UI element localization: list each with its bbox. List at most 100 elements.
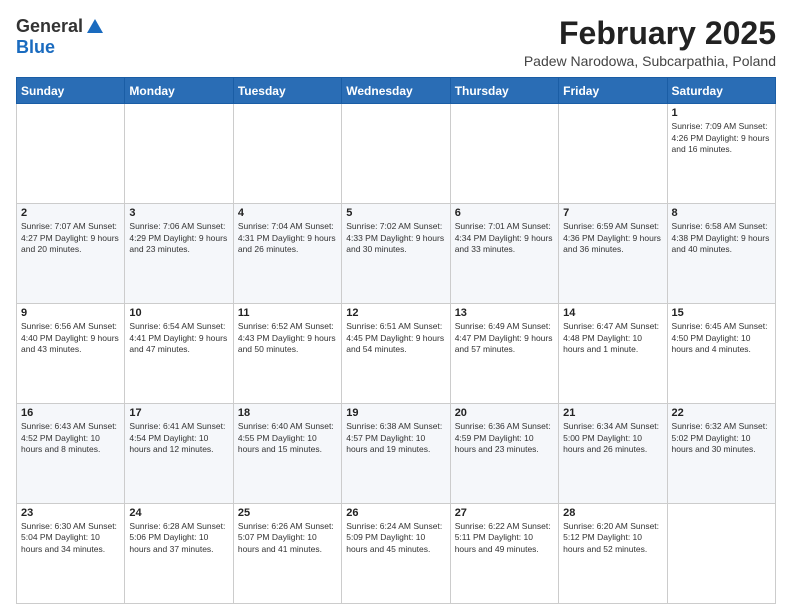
day-info: Sunrise: 6:40 AM Sunset: 4:55 PM Dayligh… xyxy=(238,421,337,455)
table-row: 5Sunrise: 7:02 AM Sunset: 4:33 PM Daylig… xyxy=(342,204,450,304)
day-info: Sunrise: 6:58 AM Sunset: 4:38 PM Dayligh… xyxy=(672,221,771,255)
day-info: Sunrise: 6:51 AM Sunset: 4:45 PM Dayligh… xyxy=(346,321,445,355)
calendar-header-row: Sunday Monday Tuesday Wednesday Thursday… xyxy=(17,78,776,104)
day-number: 17 xyxy=(129,407,228,419)
calendar-table: Sunday Monday Tuesday Wednesday Thursday… xyxy=(16,77,776,604)
day-info: Sunrise: 6:41 AM Sunset: 4:54 PM Dayligh… xyxy=(129,421,228,455)
day-info: Sunrise: 6:49 AM Sunset: 4:47 PM Dayligh… xyxy=(455,321,554,355)
day-number: 27 xyxy=(455,507,554,519)
day-number: 11 xyxy=(238,307,337,319)
title-section: February 2025 Padew Narodowa, Subcarpath… xyxy=(524,16,776,69)
day-info: Sunrise: 7:02 AM Sunset: 4:33 PM Dayligh… xyxy=(346,221,445,255)
day-number: 1 xyxy=(672,107,771,119)
day-info: Sunrise: 6:28 AM Sunset: 5:06 PM Dayligh… xyxy=(129,521,228,555)
table-row: 2 Sunrise: 7:07 AM Sunset: 4:27 PM Daylig… xyxy=(17,204,125,304)
table-row: 7 Sunrise: 6:59 AM Sunset: 4:36 PM Daylig… xyxy=(559,204,667,304)
day-number: 7 xyxy=(563,207,662,219)
day-info: Sunrise: 6:52 AM Sunset: 4:43 PM Dayligh… xyxy=(238,321,337,355)
table-row: 28Sunrise: 6:20 AM Sunset: 5:12 PM Dayli… xyxy=(559,504,667,604)
page: General Blue February 2025 Padew Narodow… xyxy=(0,0,792,612)
logo-general-text: General xyxy=(16,16,83,37)
calendar-week-row: 23Sunrise: 6:30 AM Sunset: 5:04 PM Dayli… xyxy=(17,504,776,604)
day-info: Sunrise: 6:54 AM Sunset: 4:41 PM Dayligh… xyxy=(129,321,228,355)
day-number: 15 xyxy=(672,307,771,319)
table-row: 4Sunrise: 7:04 AM Sunset: 4:31 PM Daylig… xyxy=(233,204,341,304)
day-info: Sunrise: 6:22 AM Sunset: 5:11 PM Dayligh… xyxy=(455,521,554,555)
day-number: 28 xyxy=(563,507,662,519)
day-number: 13 xyxy=(455,307,554,319)
day-number: 16 xyxy=(21,407,120,419)
day-number: 24 xyxy=(129,507,228,519)
col-friday: Friday xyxy=(559,78,667,104)
table-row: 12 Sunrise: 6:51 AM Sunset: 4:45 PM Dayli… xyxy=(342,304,450,404)
day-number: 23 xyxy=(21,507,120,519)
day-number: 12 xyxy=(346,307,445,319)
day-number: 14 xyxy=(563,307,662,319)
day-info: Sunrise: 6:38 AM Sunset: 4:57 PM Dayligh… xyxy=(346,421,445,455)
col-saturday: Saturday xyxy=(667,78,775,104)
day-number: 10 xyxy=(129,307,228,319)
table-row xyxy=(667,504,775,604)
table-row: 23Sunrise: 6:30 AM Sunset: 5:04 PM Dayli… xyxy=(17,504,125,604)
table-row xyxy=(17,104,125,204)
table-row: 13 Sunrise: 6:49 AM Sunset: 4:47 PM Dayli… xyxy=(450,304,558,404)
table-row xyxy=(233,104,341,204)
day-info: Sunrise: 6:26 AM Sunset: 5:07 PM Dayligh… xyxy=(238,521,337,555)
table-row xyxy=(559,104,667,204)
table-row xyxy=(342,104,450,204)
day-info: Sunrise: 6:43 AM Sunset: 4:52 PM Dayligh… xyxy=(21,421,120,455)
table-row: 22 Sunrise: 6:32 AM Sunset: 5:02 PM Dayli… xyxy=(667,404,775,504)
table-row: 17 Sunrise: 6:41 AM Sunset: 4:54 PM Dayli… xyxy=(125,404,233,504)
table-row: 20Sunrise: 6:36 AM Sunset: 4:59 PM Dayli… xyxy=(450,404,558,504)
day-number: 19 xyxy=(346,407,445,419)
logo: General Blue xyxy=(16,16,105,58)
logo-blue-text: Blue xyxy=(16,37,55,58)
table-row: 19 Sunrise: 6:38 AM Sunset: 4:57 PM Dayli… xyxy=(342,404,450,504)
day-number: 8 xyxy=(672,207,771,219)
day-info: Sunrise: 6:56 AM Sunset: 4:40 PM Dayligh… xyxy=(21,321,120,355)
table-row: 1 Sunrise: 7:09 AM Sunset: 4:26 PM Daylig… xyxy=(667,104,775,204)
day-number: 22 xyxy=(672,407,771,419)
table-row: 9 Sunrise: 6:56 AM Sunset: 4:40 PM Daylig… xyxy=(17,304,125,404)
day-info: Sunrise: 7:01 AM Sunset: 4:34 PM Dayligh… xyxy=(455,221,554,255)
day-number: 21 xyxy=(563,407,662,419)
col-monday: Monday xyxy=(125,78,233,104)
header: General Blue February 2025 Padew Narodow… xyxy=(16,16,776,69)
col-wednesday: Wednesday xyxy=(342,78,450,104)
calendar-week-row: 2 Sunrise: 7:07 AM Sunset: 4:27 PM Daylig… xyxy=(17,204,776,304)
calendar-week-row: 16 Sunrise: 6:43 AM Sunset: 4:52 PM Dayli… xyxy=(17,404,776,504)
day-info: Sunrise: 6:45 AM Sunset: 4:50 PM Dayligh… xyxy=(672,321,771,355)
day-info: Sunrise: 7:09 AM Sunset: 4:26 PM Dayligh… xyxy=(672,121,771,155)
col-thursday: Thursday xyxy=(450,78,558,104)
logo-icon xyxy=(85,17,105,37)
day-number: 26 xyxy=(346,507,445,519)
day-info: Sunrise: 7:06 AM Sunset: 4:29 PM Dayligh… xyxy=(129,221,228,255)
day-info: Sunrise: 6:36 AM Sunset: 4:59 PM Dayligh… xyxy=(455,421,554,455)
day-number: 2 xyxy=(21,207,120,219)
day-number: 25 xyxy=(238,507,337,519)
day-info: Sunrise: 6:59 AM Sunset: 4:36 PM Dayligh… xyxy=(563,221,662,255)
table-row: 24 Sunrise: 6:28 AM Sunset: 5:06 PM Dayli… xyxy=(125,504,233,604)
day-number: 9 xyxy=(21,307,120,319)
table-row: 27 Sunrise: 6:22 AM Sunset: 5:11 PM Dayli… xyxy=(450,504,558,604)
day-info: Sunrise: 6:24 AM Sunset: 5:09 PM Dayligh… xyxy=(346,521,445,555)
table-row xyxy=(125,104,233,204)
day-info: Sunrise: 7:07 AM Sunset: 4:27 PM Dayligh… xyxy=(21,221,120,255)
table-row: 3 Sunrise: 7:06 AM Sunset: 4:29 PM Daylig… xyxy=(125,204,233,304)
day-info: Sunrise: 6:47 AM Sunset: 4:48 PM Dayligh… xyxy=(563,321,662,355)
calendar-week-row: 9 Sunrise: 6:56 AM Sunset: 4:40 PM Daylig… xyxy=(17,304,776,404)
day-number: 18 xyxy=(238,407,337,419)
day-info: Sunrise: 6:34 AM Sunset: 5:00 PM Dayligh… xyxy=(563,421,662,455)
table-row: 16 Sunrise: 6:43 AM Sunset: 4:52 PM Dayli… xyxy=(17,404,125,504)
col-sunday: Sunday xyxy=(17,78,125,104)
day-number: 3 xyxy=(129,207,228,219)
table-row: 26 Sunrise: 6:24 AM Sunset: 5:09 PM Dayli… xyxy=(342,504,450,604)
table-row xyxy=(450,104,558,204)
table-row: 6 Sunrise: 7:01 AM Sunset: 4:34 PM Daylig… xyxy=(450,204,558,304)
day-number: 6 xyxy=(455,207,554,219)
table-row: 14 Sunrise: 6:47 AM Sunset: 4:48 PM Dayli… xyxy=(559,304,667,404)
table-row: 11 Sunrise: 6:52 AM Sunset: 4:43 PM Dayli… xyxy=(233,304,341,404)
day-info: Sunrise: 6:32 AM Sunset: 5:02 PM Dayligh… xyxy=(672,421,771,455)
col-tuesday: Tuesday xyxy=(233,78,341,104)
table-row: 18 Sunrise: 6:40 AM Sunset: 4:55 PM Dayli… xyxy=(233,404,341,504)
